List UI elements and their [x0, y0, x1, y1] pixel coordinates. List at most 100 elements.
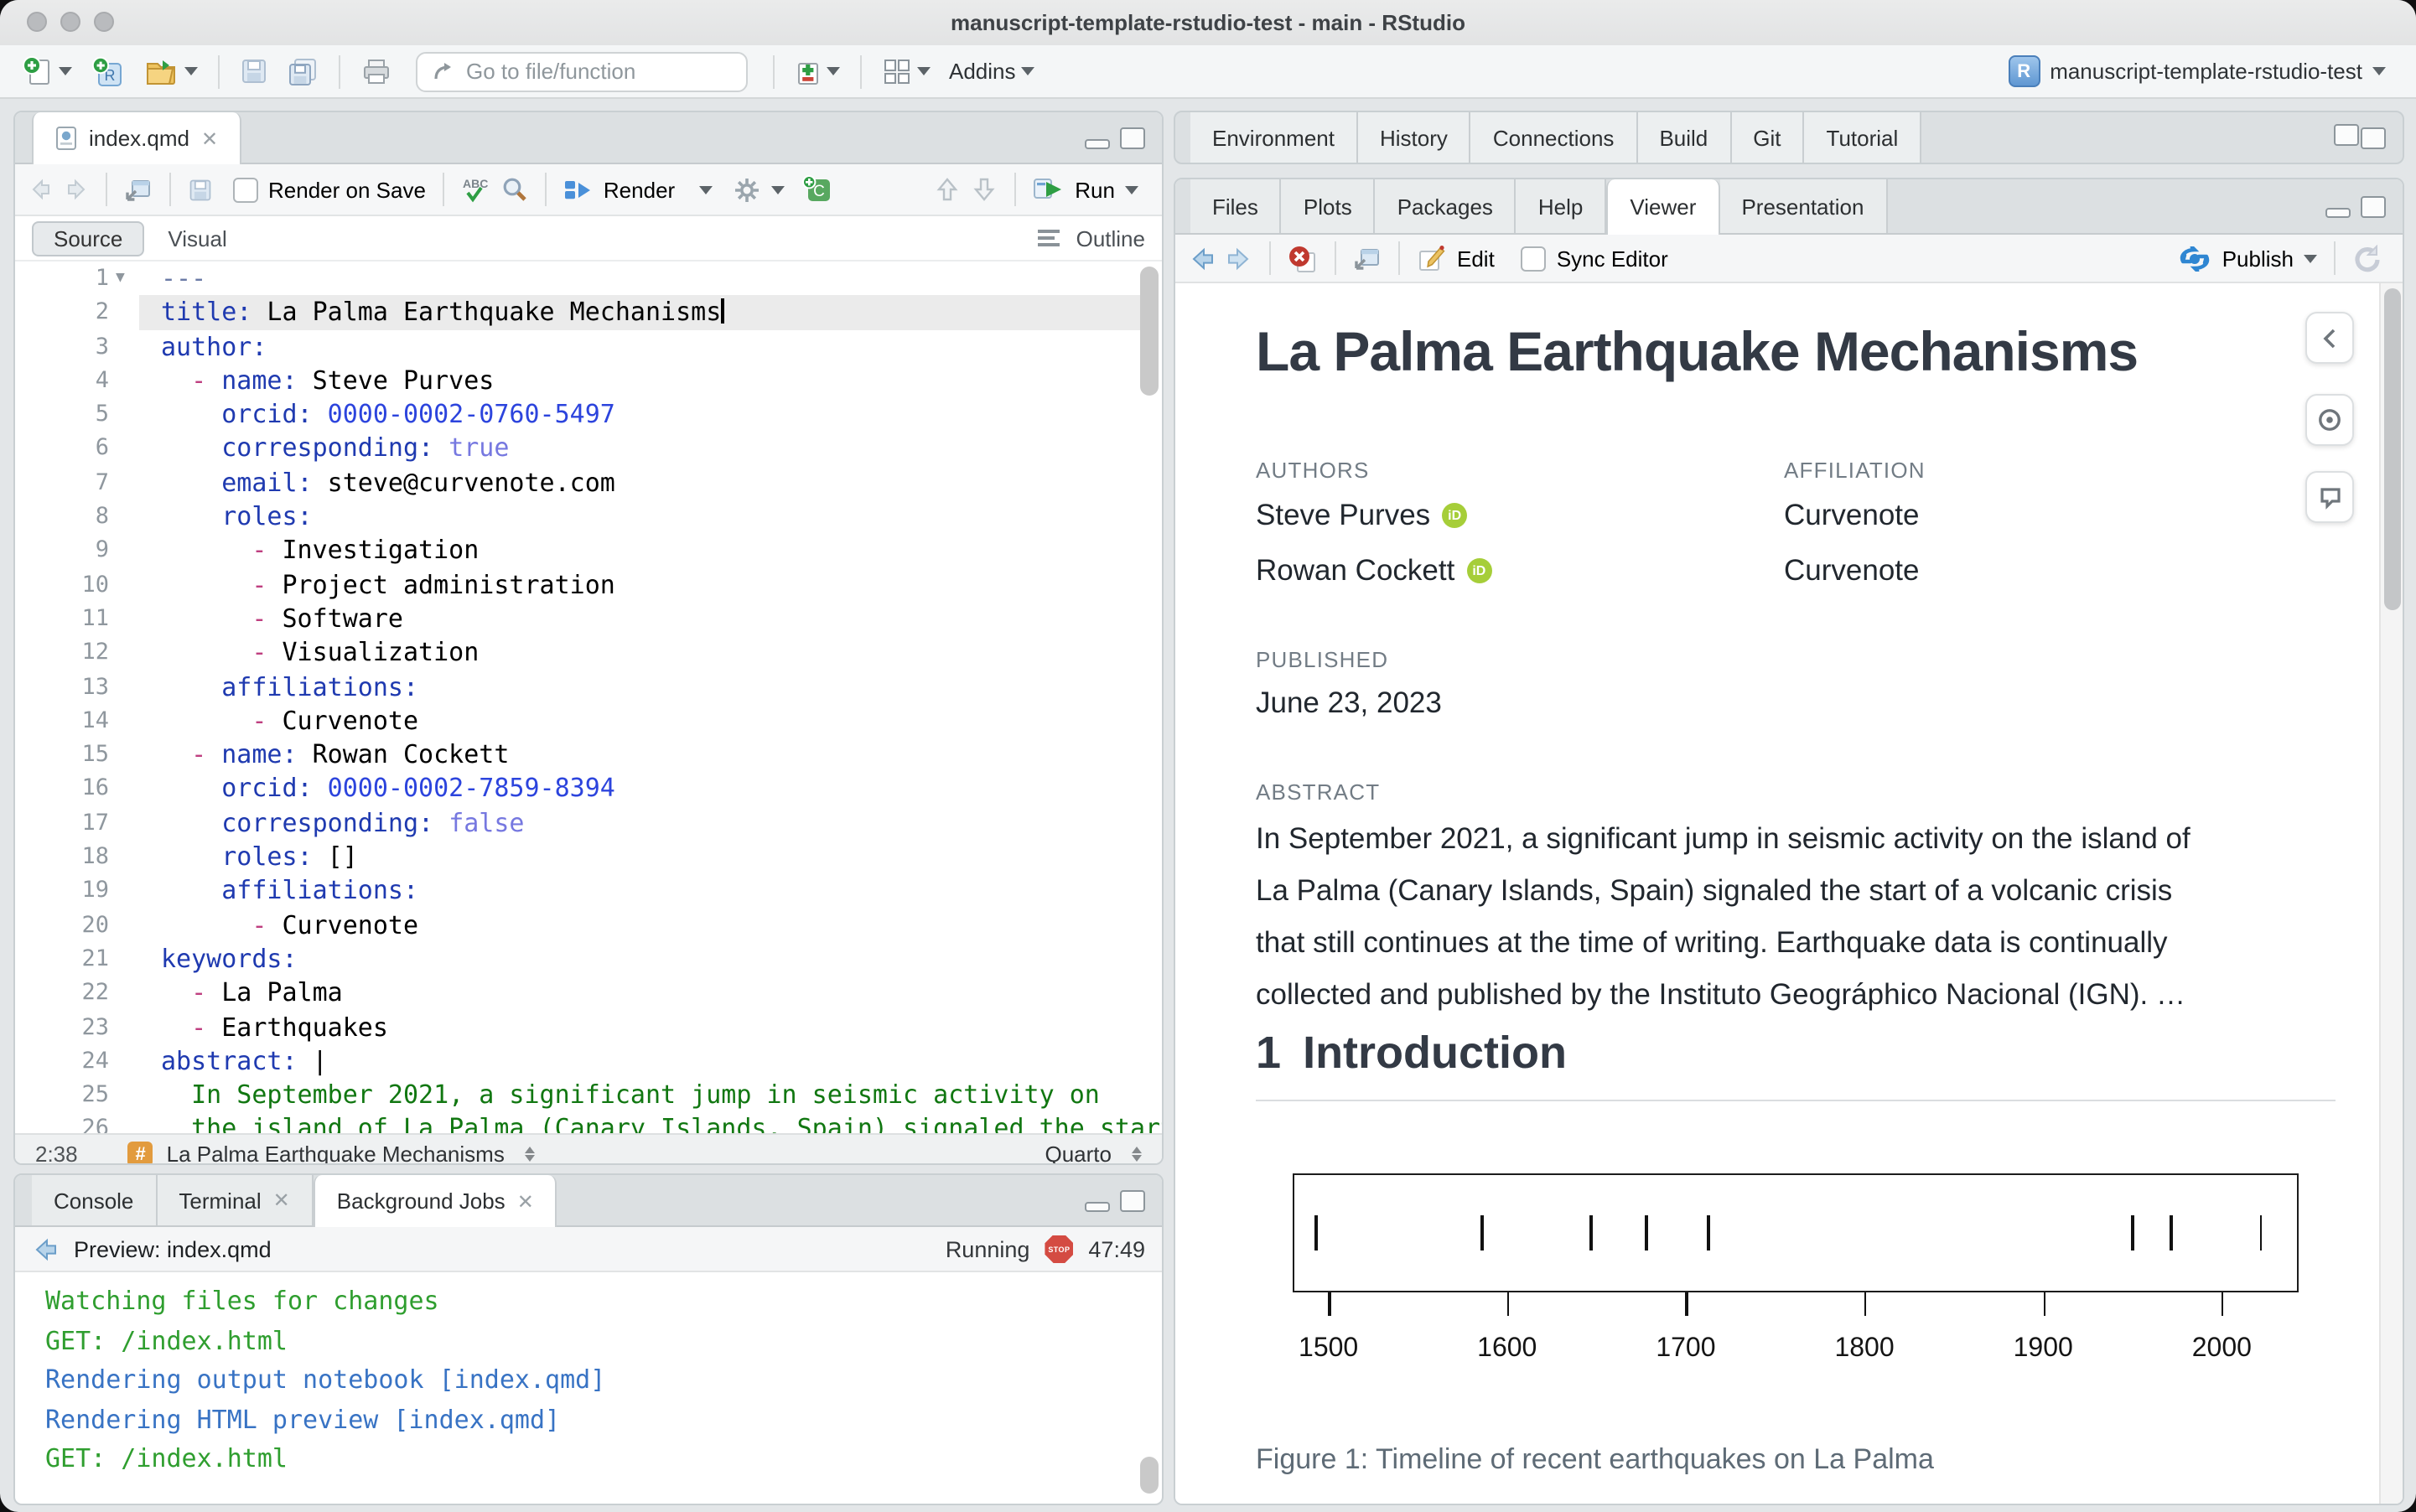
tab-packages[interactable]: Packages	[1376, 179, 1516, 233]
code-line[interactable]: 18 roles: []	[15, 840, 1162, 874]
code-line[interactable]: 1▼---	[15, 261, 1162, 296]
code-line[interactable]: 4 - name: Steve Purves	[15, 364, 1162, 398]
spellcheck-icon[interactable]: ABC	[461, 175, 491, 204]
code-line[interactable]: 24abstract: |	[15, 1044, 1162, 1079]
publish-caret[interactable]	[2304, 254, 2317, 262]
project-menu-button[interactable]: R manuscript-template-rstudio-test	[2008, 55, 2386, 87]
new-file-button[interactable]	[17, 52, 77, 91]
version-control-button[interactable]	[790, 53, 845, 90]
insert-chunk-icon[interactable]: C	[801, 174, 832, 205]
code-line[interactable]: 2title: La Palma Earthquake Mechanisms	[15, 296, 1162, 330]
open-file-button[interactable]	[139, 53, 203, 90]
viewer-document[interactable]: La Palma Earthquake Mechanisms AUTHORS A…	[1175, 283, 2403, 1505]
status-section[interactable]: La Palma Earthquake Mechanisms	[167, 1142, 505, 1165]
minimize-window-button[interactable]	[60, 12, 80, 32]
maximize-pane-icon[interactable]	[2361, 127, 2386, 148]
collapse-panel-button[interactable]	[2305, 312, 2354, 364]
orcid-icon[interactable]: iD	[1442, 503, 1467, 528]
close-tab-icon[interactable]: ✕	[517, 1191, 534, 1211]
popout-icon[interactable]	[124, 177, 153, 202]
section-selector-icon[interactable]	[525, 1147, 535, 1162]
code-editor[interactable]: 1▼---2title: La Palma Earthquake Mechani…	[15, 261, 1162, 1133]
tab-history[interactable]: History	[1358, 112, 1471, 163]
comment-button[interactable]	[2305, 471, 2354, 523]
search-icon[interactable]	[501, 176, 528, 203]
run-next-icon[interactable]	[971, 176, 998, 203]
code-line[interactable]: 15 - name: Rowan Cockett	[15, 738, 1162, 772]
restore-pane-icon[interactable]	[2334, 123, 2359, 145]
outline-toggle[interactable]: Outline	[1076, 225, 1145, 251]
code-line[interactable]: 25 In September 2021, a significant jump…	[15, 1078, 1162, 1112]
code-line[interactable]: 7 email: steve@curvenote.com	[15, 466, 1162, 500]
tab-plots[interactable]: Plots	[1282, 179, 1376, 233]
file-type[interactable]: Quarto	[1045, 1142, 1112, 1165]
tab-build[interactable]: Build	[1637, 112, 1731, 163]
publish-button[interactable]: Publish	[2222, 246, 2294, 271]
code-line[interactable]: 21keywords:	[15, 942, 1162, 976]
code-line[interactable]: 12 - Visualization	[15, 636, 1162, 671]
render-on-save-checkbox[interactable]	[233, 177, 258, 202]
code-line[interactable]: 19 affiliations:	[15, 874, 1162, 909]
tab-background-jobs[interactable]: Background Jobs✕	[314, 1175, 557, 1227]
code-line[interactable]: 22 - La Palma	[15, 976, 1162, 1010]
discard-preview-icon[interactable]	[1288, 244, 1318, 272]
new-project-button[interactable]: R	[86, 51, 131, 91]
viewer-scrollbar-thumb[interactable]	[2383, 288, 2400, 610]
code-line[interactable]: 10 - Project administration	[15, 567, 1162, 602]
minimize-pane-icon[interactable]	[1085, 1201, 1110, 1211]
minimize-pane-icon[interactable]	[2325, 207, 2351, 217]
code-line[interactable]: 11 - Software	[15, 602, 1162, 636]
fold-arrow-icon[interactable]: ▼	[116, 261, 125, 296]
run-previous-icon[interactable]	[934, 176, 961, 203]
code-line[interactable]: 20 - Curvenote	[15, 908, 1162, 942]
save-button[interactable]	[235, 54, 273, 89]
maximize-pane-icon[interactable]	[1120, 1189, 1145, 1211]
tab-git[interactable]: Git	[1731, 112, 1804, 163]
pane-layout-button[interactable]	[877, 54, 936, 89]
orcid-icon[interactable]: iD	[1466, 558, 1491, 583]
goto-file-input[interactable]: Go to file/function	[416, 51, 748, 91]
code-line[interactable]: 3author:	[15, 329, 1162, 364]
code-line[interactable]: 17 corresponding: false	[15, 806, 1162, 841]
minimize-pane-icon[interactable]	[1085, 138, 1110, 148]
close-tab-icon[interactable]: ✕	[273, 1190, 290, 1210]
code-line[interactable]: 13 affiliations:	[15, 670, 1162, 704]
source-mode-button[interactable]: Source	[32, 220, 144, 256]
code-line[interactable]: 16 orcid: 0000-0002-7859-8394	[15, 772, 1162, 806]
code-line[interactable]: 23 - Earthquakes	[15, 1010, 1162, 1044]
addins-button[interactable]: Addins	[944, 55, 1040, 87]
edit-button[interactable]: Edit	[1457, 246, 1495, 271]
close-window-button[interactable]	[27, 12, 47, 32]
tab-environment[interactable]: Environment	[1190, 112, 1358, 163]
back-to-jobs-icon[interactable]	[32, 1236, 59, 1261]
code-line[interactable]: 5 orcid: 0000-0002-0760-5497	[15, 397, 1162, 432]
save-icon-small[interactable]	[188, 177, 213, 202]
code-line[interactable]: 6 corresponding: true	[15, 432, 1162, 466]
code-line[interactable]: 26 the island of La Palma (Canary Island…	[15, 1112, 1162, 1133]
file-type-selector-icon[interactable]	[1132, 1147, 1142, 1162]
gear-icon[interactable]	[732, 175, 760, 204]
tab-console[interactable]: Console	[32, 1175, 157, 1225]
tab-viewer[interactable]: Viewer	[1606, 179, 1719, 235]
console-output[interactable]: Watching files for changesGET: /index.ht…	[15, 1272, 1162, 1479]
tab-tutorial[interactable]: Tutorial	[1805, 112, 1922, 163]
gear-caret[interactable]	[770, 185, 784, 194]
close-tab-icon[interactable]: ✕	[201, 128, 218, 148]
highlight-toggle-button[interactable]	[2305, 394, 2354, 446]
back-icon[interactable]	[29, 178, 54, 201]
sync-editor-checkbox[interactable]	[1522, 246, 1547, 271]
render-caret[interactable]	[698, 185, 712, 194]
tab-index-qmd[interactable]: index.qmd ✕	[32, 112, 241, 164]
save-all-button[interactable]	[282, 53, 324, 90]
tab-connections[interactable]: Connections	[1471, 112, 1638, 163]
viewer-forward-icon[interactable]	[1226, 246, 1252, 271]
run-caret[interactable]	[1125, 185, 1138, 194]
code-line[interactable]: 9 - Investigation	[15, 534, 1162, 568]
code-line[interactable]: 14 - Curvenote	[15, 704, 1162, 738]
render-button[interactable]: Render	[604, 177, 675, 202]
tab-files[interactable]: Files	[1190, 179, 1282, 233]
console-scrollbar[interactable]	[1140, 1457, 1159, 1494]
viewer-back-icon[interactable]	[1189, 246, 1216, 271]
popout-icon[interactable]	[1353, 246, 1382, 271]
print-button[interactable]	[355, 53, 397, 90]
